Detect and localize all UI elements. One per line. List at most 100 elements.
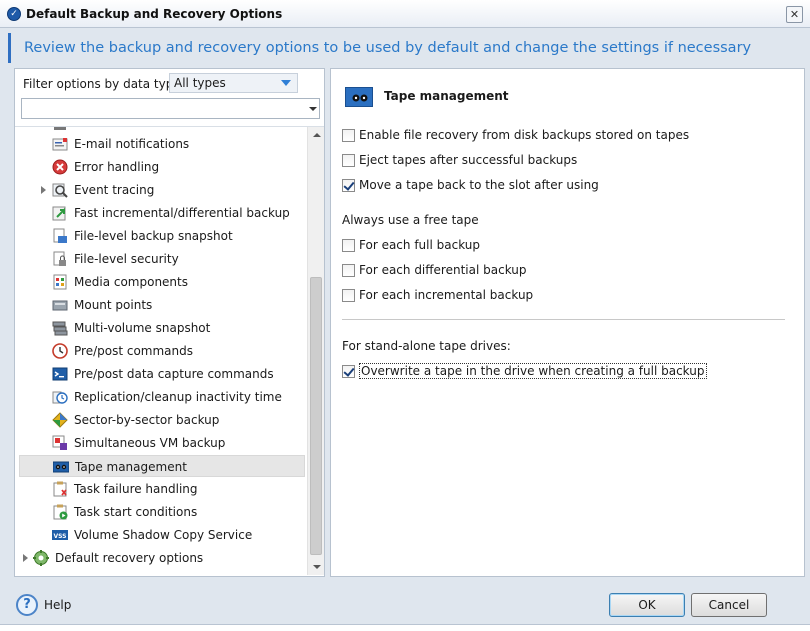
tree-item-default-recovery-options[interactable]: Default recovery options xyxy=(19,547,305,569)
error-icon xyxy=(52,159,68,175)
fast-incremental-icon xyxy=(52,206,66,221)
svg-text:VSS: VSS xyxy=(53,533,66,540)
tree-item-label: Default recovery options xyxy=(55,551,204,565)
vss-icon: VSS xyxy=(52,530,68,540)
close-button[interactable]: ✕ xyxy=(786,6,803,23)
tree-item-label: E-mail notifications xyxy=(74,137,190,151)
dropdown-arrow-icon xyxy=(309,107,317,111)
tree-item-label: File-level security xyxy=(74,252,179,266)
scroll-up-arrow-icon[interactable] xyxy=(313,133,321,137)
tree-item-multi-volume-snapshot[interactable]: Multi-volume snapshot xyxy=(19,317,305,339)
option-label: For each incremental backup xyxy=(359,288,534,302)
task-failure-icon xyxy=(53,481,67,497)
option-label: Eject tapes after successful backups xyxy=(359,153,578,167)
email-icon xyxy=(52,138,68,151)
tree-item-tape-management[interactable]: Tape management xyxy=(19,455,305,477)
tape-icon xyxy=(53,461,69,473)
help-icon[interactable]: ? xyxy=(16,594,38,616)
vm-icon xyxy=(52,435,67,450)
tape-icon xyxy=(345,87,373,107)
console-icon xyxy=(52,367,68,381)
background-window-strip xyxy=(0,624,810,631)
tree-item-label: File-level backup snapshot xyxy=(74,229,233,243)
tree-item-mount-points[interactable]: Mount points xyxy=(19,294,305,316)
chevron-down-icon xyxy=(281,80,291,86)
option-label: Move a tape back to the slot after using xyxy=(359,178,599,192)
window-title: Default Backup and Recovery Options xyxy=(26,7,283,21)
option-label: For each full backup xyxy=(359,238,481,252)
filter-label: Filter options by data type: xyxy=(23,77,185,91)
expand-arrow-icon[interactable] xyxy=(23,554,28,562)
ok-button[interactable]: OK xyxy=(609,593,685,617)
tree-item-media-components[interactable]: Media components xyxy=(19,271,305,293)
scroll-down-arrow-icon[interactable] xyxy=(313,565,321,569)
lock-icon xyxy=(53,251,66,266)
tree-item-label: Pre/post data capture commands xyxy=(74,367,274,381)
sector-icon xyxy=(52,412,68,428)
options-tree: E-mail notifications Error handling Even… xyxy=(15,127,307,575)
media-components-icon xyxy=(53,274,67,290)
tree-item-label: Task start conditions xyxy=(74,505,198,519)
tree-item-label: Pre/post commands xyxy=(74,344,193,358)
checkbox[interactable] xyxy=(342,289,355,302)
tree-item-simultaneous-vm[interactable]: Simultaneous VM backup xyxy=(19,432,305,454)
option-label: Enable file recovery from disk backups s… xyxy=(359,128,690,142)
checkbox[interactable] xyxy=(342,154,355,167)
filter-selected-value: All types xyxy=(174,76,226,90)
tree-scrollbar[interactable] xyxy=(307,127,324,575)
help-link[interactable]: Help xyxy=(44,598,71,612)
event-tracing-icon xyxy=(52,183,68,198)
option-search-input[interactable] xyxy=(21,98,320,119)
tree-item-label: Simultaneous VM backup xyxy=(74,436,226,450)
tree-item-label: Media components xyxy=(74,275,188,289)
option-label: For each differential backup xyxy=(359,263,527,277)
tree-item-error-handling[interactable]: Error handling xyxy=(19,156,305,178)
cancel-button[interactable]: Cancel xyxy=(691,593,767,617)
tree-item-replication-cleanup[interactable]: Replication/cleanup inactivity time xyxy=(19,386,305,408)
header-band: Review the backup and recovery options t… xyxy=(8,33,805,63)
scrollbar-thumb[interactable] xyxy=(310,277,322,555)
standalone-section-label: For stand-alone tape drives: xyxy=(342,339,511,353)
tree-item-label: Volume Shadow Copy Service xyxy=(74,528,253,542)
tree-item-sector-by-sector[interactable]: Sector-by-sector backup xyxy=(19,409,305,431)
tree-item-file-snapshot[interactable]: File-level backup snapshot xyxy=(19,225,305,247)
task-start-icon xyxy=(53,504,68,520)
checkbox-checked[interactable] xyxy=(342,179,355,192)
data-type-filter-select[interactable]: All types xyxy=(169,73,298,93)
tree-item-pre-post-commands[interactable]: Pre/post commands xyxy=(19,340,305,362)
tree-item-label: Multi-volume snapshot xyxy=(74,321,211,335)
free-tape-section-label: Always use a free tape xyxy=(342,213,479,227)
app-logo-icon: ✓ xyxy=(7,7,21,21)
tree-item-pre-post-data-capture[interactable]: Pre/post data capture commands xyxy=(19,363,305,385)
tree-item-label: Task failure handling xyxy=(74,482,198,496)
options-tree-panel: Filter options by data type: All types E… xyxy=(14,68,325,577)
multi-volume-icon xyxy=(52,321,68,336)
tree-item-email-notifications[interactable]: E-mail notifications xyxy=(19,133,305,155)
option-settings-panel: Tape management Enable file recovery fro… xyxy=(330,68,805,577)
mount-points-icon xyxy=(52,300,68,311)
tree-item-file-security[interactable]: File-level security xyxy=(19,248,305,270)
tree-item-task-start[interactable]: Task start conditions xyxy=(19,501,305,523)
tree-item-task-failure[interactable]: Task failure handling xyxy=(19,478,305,500)
header-instruction: Review the backup and recovery options t… xyxy=(24,40,752,56)
checkbox-checked[interactable] xyxy=(342,365,355,378)
expand-arrow-icon[interactable] xyxy=(41,186,46,194)
tree-item-label: Sector-by-sector backup xyxy=(74,413,220,427)
title-bar: ✓ Default Backup and Recovery Options ✕ xyxy=(0,0,810,28)
checkbox[interactable] xyxy=(342,264,355,277)
recovery-options-icon xyxy=(33,550,49,566)
tree-item-label: Replication/cleanup inactivity time xyxy=(74,390,282,404)
divider xyxy=(342,319,785,320)
partial-icon xyxy=(54,127,66,130)
tree-item-label: Error handling xyxy=(74,160,160,174)
panel-title: Tape management xyxy=(384,89,509,103)
tree-item-fast-incremental[interactable]: Fast incremental/differential backup xyxy=(19,202,305,224)
tree-item-event-tracing[interactable]: Event tracing xyxy=(19,179,305,201)
tree-item-vss[interactable]: VSS Volume Shadow Copy Service xyxy=(19,524,305,546)
tree-item-label: Fast incremental/differential backup xyxy=(74,206,290,220)
checkbox[interactable] xyxy=(342,239,355,252)
replication-icon xyxy=(52,391,68,404)
checkbox[interactable] xyxy=(342,129,355,142)
clock-icon xyxy=(52,343,68,359)
option-label: Overwrite a tape in the drive when creat… xyxy=(359,363,707,379)
